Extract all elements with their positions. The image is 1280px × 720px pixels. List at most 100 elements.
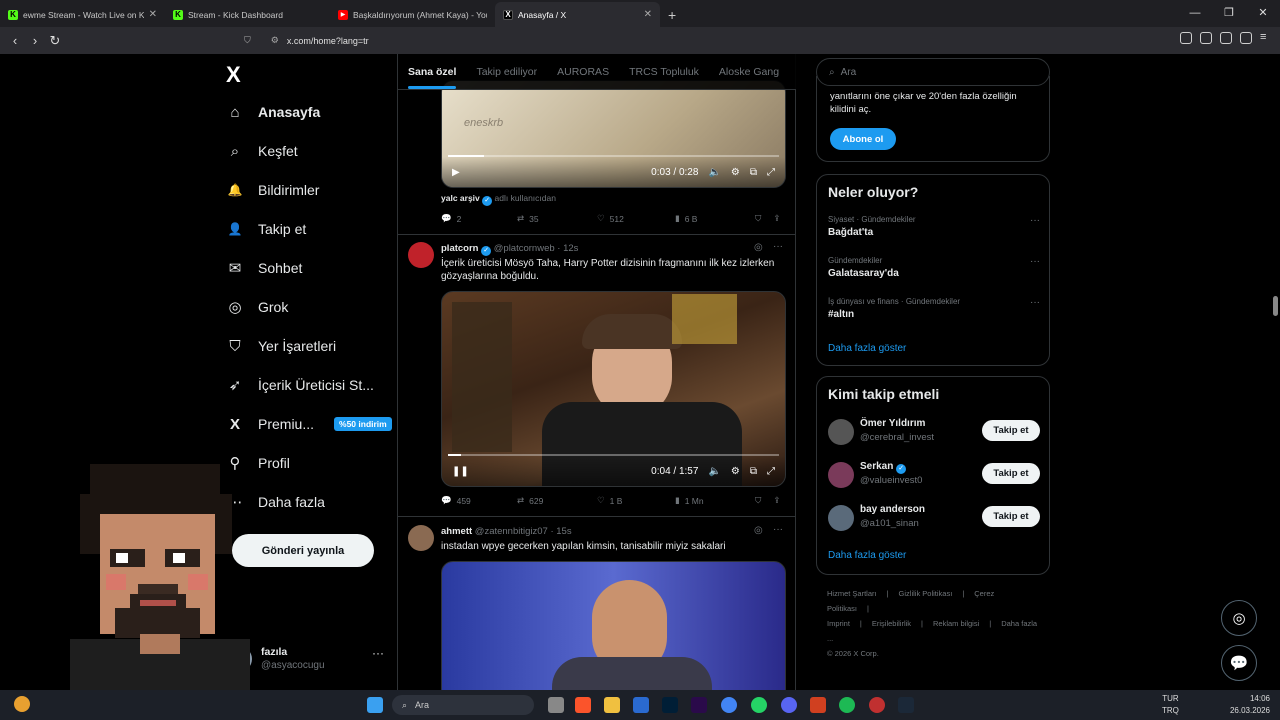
whatsapp-icon[interactable] (751, 697, 767, 713)
store-icon[interactable] (633, 697, 649, 713)
tab-aloske[interactable]: Aloske Gang (709, 66, 789, 78)
site-info-icon[interactable]: ⚙ (271, 35, 279, 46)
forward-icon[interactable]: › (25, 33, 45, 48)
discord-icon[interactable] (781, 697, 797, 713)
subscribe-button[interactable]: Abone ol (830, 128, 896, 150)
nav-item-premium[interactable]: X Premiu... %50 indirim (226, 412, 392, 436)
back-icon[interactable]: ‹ (5, 33, 25, 48)
reply-button[interactable]: 💬 459 (441, 495, 517, 506)
messages-fab-icon[interactable]: 💬 (1221, 645, 1257, 681)
reply-button[interactable]: 💬 2 (441, 213, 517, 224)
close-tab-icon[interactable]: ✕ (149, 9, 157, 20)
wallet-icon[interactable] (1240, 32, 1252, 44)
grok-fab-icon[interactable]: ◎ (1221, 600, 1257, 636)
taskbar-search[interactable]: ⌕ Ara (392, 695, 534, 715)
chrome-icon[interactable] (721, 697, 737, 713)
nav-item-chat[interactable]: ✉ Sohbet (226, 256, 303, 280)
trend-item[interactable]: Gündemdekiler Galatasaray'da ··· (828, 256, 1040, 279)
grok-explain-icon[interactable]: ◎ (754, 242, 763, 253)
tab-trcs[interactable]: TRCS Topluluk (619, 66, 709, 78)
x-logo-icon[interactable]: X (226, 62, 241, 88)
new-tab-button[interactable]: + (660, 2, 684, 27)
url-field[interactable]: ⛉ ⚙ x.com/home?lang=tr (244, 31, 964, 50)
volume-icon[interactable]: 🔈 (708, 466, 720, 477)
tweet-video[interactable]: ❚❚ 0:04 / 1:57 🔈 ⚙ ⧉ ⤢ (441, 291, 786, 487)
menu-icon[interactable]: ≡ (1260, 32, 1272, 44)
views-button[interactable]: ▮ 6 B (675, 213, 755, 224)
grok-explain-icon[interactable]: ◎ (754, 525, 763, 536)
like-button[interactable]: ♡ 1 B (597, 495, 675, 506)
more-icon[interactable]: ··· (773, 524, 783, 535)
tweet-video[interactable]: eneskrb ▶ 0:03 / 0:28 🔈 ⚙ ⧉ ⤢ (441, 80, 786, 188)
fullscreen-icon[interactable]: ⤢ (767, 466, 775, 477)
settings-icon[interactable]: ⚙ (731, 167, 740, 178)
more-icon[interactable]: ··· (1030, 215, 1040, 226)
steam-icon[interactable] (898, 697, 914, 713)
footer-link-imprint[interactable]: Imprint (827, 619, 850, 628)
pause-icon[interactable]: ❚❚ (452, 466, 469, 477)
browser-tab-x[interactable]: X Anasayfa / X ✕ (495, 2, 660, 27)
more-icon[interactable]: ··· (1030, 297, 1040, 308)
close-tab-icon[interactable]: ✕ (644, 9, 652, 20)
maximize-icon[interactable]: ❐ (1212, 0, 1246, 27)
nav-item-creator-studio[interactable]: ➶ İçerik Üreticisi St... (226, 373, 374, 397)
start-icon[interactable] (367, 697, 383, 713)
minimize-icon[interactable]: — (1178, 0, 1212, 27)
pip-icon[interactable]: ⧉ (750, 466, 757, 477)
suggestion-row[interactable]: Serkan ✓ @valueinvest0 Takip et (828, 460, 1040, 490)
sidebar-icon[interactable] (1220, 32, 1232, 44)
bookmark-icon[interactable]: ⛉ (755, 213, 761, 224)
settings-icon[interactable]: ⚙ (731, 466, 740, 477)
show-more-trends-link[interactable]: Daha fazla göster (828, 343, 906, 354)
fullscreen-icon[interactable]: ⤢ (767, 167, 775, 178)
tab-following[interactable]: Takip ediliyor (466, 66, 547, 78)
author-handle[interactable]: @platcornweb (494, 243, 555, 254)
clock[interactable]: 14:06 26.03.2026 (1230, 693, 1270, 717)
post-button[interactable]: Gönderi yayınla (232, 534, 374, 567)
follow-button[interactable]: Takip et (982, 506, 1040, 527)
file-explorer-icon[interactable] (604, 697, 620, 713)
spotify-icon[interactable] (839, 697, 855, 713)
browser-tab-youtube[interactable]: ▶ Başkaldırıyorum (Ahmet Kaya) - YouT (330, 2, 495, 27)
browser-tab-kick-stream[interactable]: K ewme Stream - Watch Live on Ki ✕ (0, 2, 165, 27)
author-handle[interactable]: @zatennbitigiz07 (475, 526, 548, 537)
repost-button[interactable]: ⇄ 629 (517, 495, 597, 506)
share-icon[interactable]: ⇪ (773, 213, 780, 224)
weather-icon[interactable] (14, 696, 30, 712)
suggestion-row[interactable]: bay anderson @a101_sinan Takip et (828, 503, 1040, 533)
account-switcher[interactable]: fazıla @asyacocugu ··· (226, 644, 386, 674)
follow-button[interactable]: Takip et (982, 463, 1040, 484)
footer-link-terms[interactable]: Hizmet Şartları (827, 589, 877, 598)
nav-item-notifications[interactable]: 🔔 Bildirimler (226, 178, 320, 202)
trend-item[interactable]: Siyaset · Gündemdekiler Bağdat'ta ··· (828, 215, 1040, 238)
show-more-follow-link[interactable]: Daha fazla göster (828, 550, 906, 561)
tab-auroras[interactable]: AURORAS (547, 66, 619, 78)
input-language[interactable]: TUR TRQ (1162, 693, 1179, 717)
play-icon[interactable]: ▶ (452, 167, 460, 178)
more-icon[interactable]: ··· (1030, 256, 1040, 267)
nav-item-bookmarks[interactable]: ⛉ Yer İşaretleri (226, 334, 336, 358)
nav-item-home[interactable]: ⌂ Anasayfa (226, 100, 320, 124)
author-name[interactable]: ahmett (441, 526, 472, 537)
reload-icon[interactable]: ↻ (45, 33, 65, 49)
nav-item-grok[interactable]: ◎ Grok (226, 295, 288, 319)
page-scrollbar[interactable] (1273, 296, 1278, 316)
more-icon[interactable]: ··· (372, 646, 384, 660)
footer-link-ads[interactable]: Reklam bilgisi (933, 619, 979, 628)
author-name[interactable]: platcorn (441, 243, 478, 254)
nav-item-follow[interactable]: 👤 Takip et (226, 217, 307, 241)
footer-link-accessibility[interactable]: Erişilebilirlik (872, 619, 911, 628)
repost-button[interactable]: ⇄ 35 (517, 213, 597, 224)
pip-icon[interactable]: ⧉ (750, 167, 757, 178)
avatar[interactable] (408, 242, 434, 268)
volume-icon[interactable]: 🔈 (708, 167, 720, 178)
premiere-icon[interactable] (691, 697, 707, 713)
bookmark-page-icon[interactable]: ⛉ (244, 35, 251, 46)
task-view-icon[interactable] (548, 697, 564, 713)
photoshop-icon[interactable] (662, 697, 678, 713)
footer-link-privacy[interactable]: Gizlilik Politikası (899, 589, 953, 598)
tab-for-you[interactable]: Sana özel (398, 66, 466, 89)
app-icon[interactable] (869, 697, 885, 713)
suggestion-row[interactable]: Ömer Yıldırım @cerebral_invest Takip et (828, 417, 1040, 447)
trend-item[interactable]: İş dünyası ve finans · Gündemdekiler #al… (828, 297, 1040, 320)
